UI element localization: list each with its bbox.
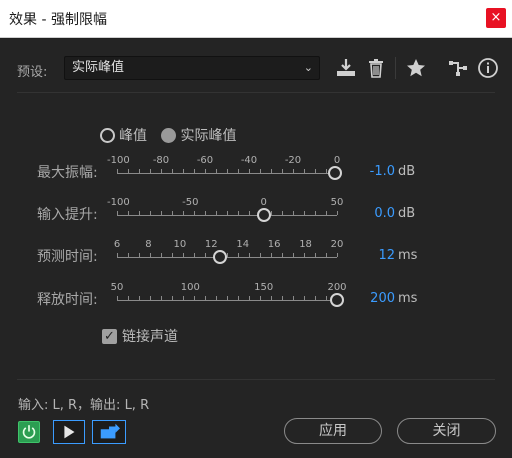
power-icon [22, 425, 36, 439]
slider-tick [337, 211, 338, 215]
slider-tick-label: -20 [284, 155, 302, 166]
slider-label: 最大振幅: [37, 165, 98, 181]
radio-true-peak-label: 实际峰值 [180, 128, 237, 144]
radio-peak[interactable]: 峰值 [100, 125, 147, 145]
slider-tick-label: 8 [145, 239, 152, 250]
checkbox-check-icon: ✓ [102, 328, 117, 344]
slider-tick [337, 253, 338, 257]
slider-knob[interactable] [330, 293, 344, 307]
slider-track[interactable] [117, 215, 337, 216]
slider-tick-label: -40 [240, 155, 258, 166]
slider-track[interactable] [117, 257, 337, 258]
slider-unit: ms [398, 248, 418, 263]
io-channels-label: 输入: L, R，输出: L, R [18, 398, 150, 413]
slider-tick-label: 200 [327, 282, 347, 293]
slider-knob[interactable] [256, 208, 271, 222]
slider-value[interactable]: -1.0 [347, 164, 395, 179]
slider-tick-label: 12 [204, 239, 218, 250]
slider-tick-label: 10 [173, 239, 187, 250]
slider-tick-label: -100 [107, 197, 130, 208]
slider-tick-label: 100 [180, 282, 200, 293]
download-preset-icon[interactable] [335, 57, 357, 79]
radio-true-peak[interactable]: 实际峰值 [161, 125, 236, 145]
slider-tick-label: 18 [299, 239, 312, 250]
slider-value[interactable]: 12 [347, 248, 395, 263]
preset-label: 预设: [17, 65, 48, 80]
slider-track[interactable] [117, 300, 337, 301]
slider-tick-label: 0 [260, 197, 267, 208]
play-preview-button[interactable] [53, 420, 85, 444]
slider-tick-label: -80 [152, 155, 170, 166]
favorite-star-icon[interactable] [405, 57, 427, 79]
slider-knob[interactable] [212, 250, 227, 264]
power-toggle-button[interactable] [18, 421, 40, 443]
loop-export-button[interactable] [92, 420, 126, 444]
routing-icon[interactable] [447, 57, 469, 79]
link-channels-label: 链接声道 [122, 329, 178, 345]
slider-value[interactable]: 200 [347, 291, 395, 306]
slider-knob[interactable] [327, 166, 342, 180]
slider-tick-label: 50 [330, 197, 344, 208]
preset-dropdown-value: 实际峰值 [72, 60, 125, 75]
slider-tick-label: -60 [196, 155, 214, 166]
loop-icon [100, 423, 120, 439]
slider-label: 输入提升: [37, 207, 98, 223]
chevron-down-icon: ⌄ [303, 61, 313, 74]
slider-unit: ms [398, 291, 418, 306]
close-window-button[interactable]: × [486, 8, 506, 28]
title-bar: 效果 - 强制限幅 × [0, 0, 512, 38]
slider-tick-label: -100 [107, 155, 130, 166]
slider-tick-label: -50 [182, 197, 199, 208]
close-button[interactable]: 关闭 [397, 418, 496, 444]
mode-radio-group: 峰值 实际峰值 [100, 125, 246, 147]
radio-peak-label: 峰值 [119, 128, 147, 144]
apply-button[interactable]: 应用 [284, 418, 382, 444]
slider-tick-label: 20 [330, 239, 344, 250]
link-channels-checkbox[interactable]: ✓ 链接声道 [102, 326, 178, 346]
slider-value[interactable]: 0.0 [347, 206, 395, 221]
preset-dropdown[interactable]: 实际峰值 ⌄ [64, 56, 320, 80]
radio-true-peak-indicator [161, 127, 177, 143]
slider-track[interactable] [117, 173, 337, 174]
slider-tick-label: 16 [267, 239, 281, 250]
slider-tick-label: 6 [113, 239, 121, 250]
play-icon [64, 425, 75, 439]
info-icon[interactable] [477, 57, 499, 79]
window-title: 效果 - 强制限幅 [9, 12, 107, 28]
slider-unit: dB [398, 206, 416, 221]
divider [17, 92, 495, 93]
slider-tick-label: 0 [333, 155, 341, 166]
slider-label: 释放时间: [37, 292, 98, 308]
slider-tick-label: 150 [254, 282, 274, 293]
toolbar-divider [395, 57, 396, 79]
slider-unit: dB [398, 164, 416, 179]
effect-panel: 预设: 实际峰值 ⌄ 峰值 实际峰值 最大振幅: -100 -80 -60 -40 -20… [0, 39, 512, 458]
slider-tick-label: 50 [110, 282, 124, 293]
slider-tick-label: 14 [236, 239, 250, 250]
radio-peak-indicator [100, 127, 115, 143]
slider-label: 预测时间: [37, 249, 98, 265]
divider [17, 379, 495, 380]
delete-icon[interactable] [365, 57, 387, 79]
